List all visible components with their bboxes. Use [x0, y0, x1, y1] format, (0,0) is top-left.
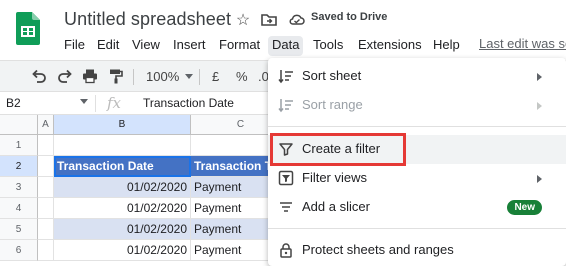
percent-button[interactable]: % [236, 68, 248, 84]
cell-b6[interactable]: 01/02/2020 [54, 240, 191, 261]
redo-icon[interactable] [57, 68, 73, 84]
undo-icon[interactable] [31, 68, 47, 84]
cell-a1[interactable] [38, 135, 54, 156]
sort-icon [278, 70, 293, 84]
callout-highlight-box [270, 133, 406, 166]
cell-b2[interactable]: Transaction Date [54, 156, 191, 177]
menu-divider [268, 126, 566, 127]
cell-b1[interactable] [54, 135, 191, 156]
toolbar-divider [199, 69, 200, 85]
menu-help[interactable]: Help [429, 36, 464, 56]
zoom-select[interactable]: 100% [146, 68, 194, 84]
spreadsheet-app: Untitled spreadsheet ☆ Saved to Drive Fi… [0, 0, 566, 266]
menu-item-sort-sheet[interactable]: Sort sheet [268, 62, 566, 91]
move-folder-icon[interactable] [260, 11, 278, 29]
lock-icon [280, 243, 292, 258]
function-icon: fx [107, 94, 122, 112]
star-icon[interactable]: ☆ [234, 11, 252, 29]
row-header-3[interactable]: 3 [0, 177, 38, 198]
menu-item-filter-views[interactable]: Filter views [268, 164, 566, 193]
menu-format[interactable]: Format [215, 36, 264, 56]
formula-input[interactable]: Transaction Date [143, 96, 234, 110]
menu-item-label: Add a slicer [302, 199, 370, 214]
menu-item-label: Sort range [302, 97, 363, 112]
chevron-down-icon [185, 73, 194, 79]
cell-a3[interactable] [38, 177, 54, 198]
cell-b5[interactable]: 01/02/2020 [54, 219, 191, 240]
document-title[interactable]: Untitled spreadsheet [64, 9, 231, 30]
menu-item-label: Sort sheet [302, 68, 362, 83]
menu-item-label: Filter views [302, 170, 368, 185]
cell-b4[interactable]: 01/02/2020 [54, 198, 191, 219]
menu-data[interactable]: Data [268, 36, 304, 56]
row-header-6[interactable]: 6 [0, 240, 38, 261]
submenu-arrow-icon [537, 73, 542, 81]
menu-view[interactable]: View [128, 36, 164, 56]
chevron-down-icon[interactable] [80, 99, 88, 104]
menu-divider [268, 228, 566, 229]
menu-item-label: Protect sheets and ranges [302, 242, 454, 257]
menu-insert[interactable]: Insert [169, 36, 210, 56]
menu-file[interactable]: File [60, 36, 89, 56]
row-header-4[interactable]: 4 [0, 198, 38, 219]
saved-status: Saved to Drive [311, 11, 388, 23]
cloud-saved-icon[interactable] [288, 11, 306, 29]
name-box[interactable]: B2 [6, 96, 21, 110]
select-all-corner[interactable] [0, 115, 38, 135]
zoom-value: 100% [146, 68, 180, 84]
new-badge: New [507, 200, 542, 215]
menu-edit[interactable]: Edit [93, 36, 123, 56]
submenu-arrow-icon [537, 175, 542, 183]
menu-item-add-slicer[interactable]: Add a slicer New [268, 193, 566, 222]
currency-button[interactable]: £ [212, 68, 219, 84]
cell-a6[interactable] [38, 240, 54, 261]
row-header-1[interactable]: 1 [0, 135, 38, 156]
formula-divider [95, 95, 96, 112]
submenu-arrow-icon [537, 102, 542, 110]
cell-a4[interactable] [38, 198, 54, 219]
column-header-b[interactable]: B [54, 115, 191, 135]
cell-a5[interactable] [38, 219, 54, 240]
column-header-a[interactable]: A [38, 115, 54, 135]
slicer-icon [280, 202, 292, 212]
cell-a2[interactable] [38, 156, 54, 177]
menu-item-sort-range[interactable]: Sort range [268, 91, 566, 120]
menu-extensions[interactable]: Extensions [354, 36, 426, 56]
row-header-5[interactable]: 5 [0, 219, 38, 240]
toolbar-divider [133, 69, 134, 85]
row-header-2[interactable]: 2 [0, 156, 38, 177]
menu-item-protect-sheets[interactable]: Protect sheets and ranges [268, 236, 566, 265]
print-icon[interactable] [82, 68, 98, 84]
sort-icon [278, 99, 293, 113]
menu-tools[interactable]: Tools [309, 36, 347, 56]
filter-views-icon [278, 170, 294, 186]
last-edit-link[interactable]: Last edit was se [479, 36, 566, 51]
cell-b3[interactable]: 01/02/2020 [54, 177, 191, 198]
paint-format-icon[interactable] [108, 68, 124, 84]
